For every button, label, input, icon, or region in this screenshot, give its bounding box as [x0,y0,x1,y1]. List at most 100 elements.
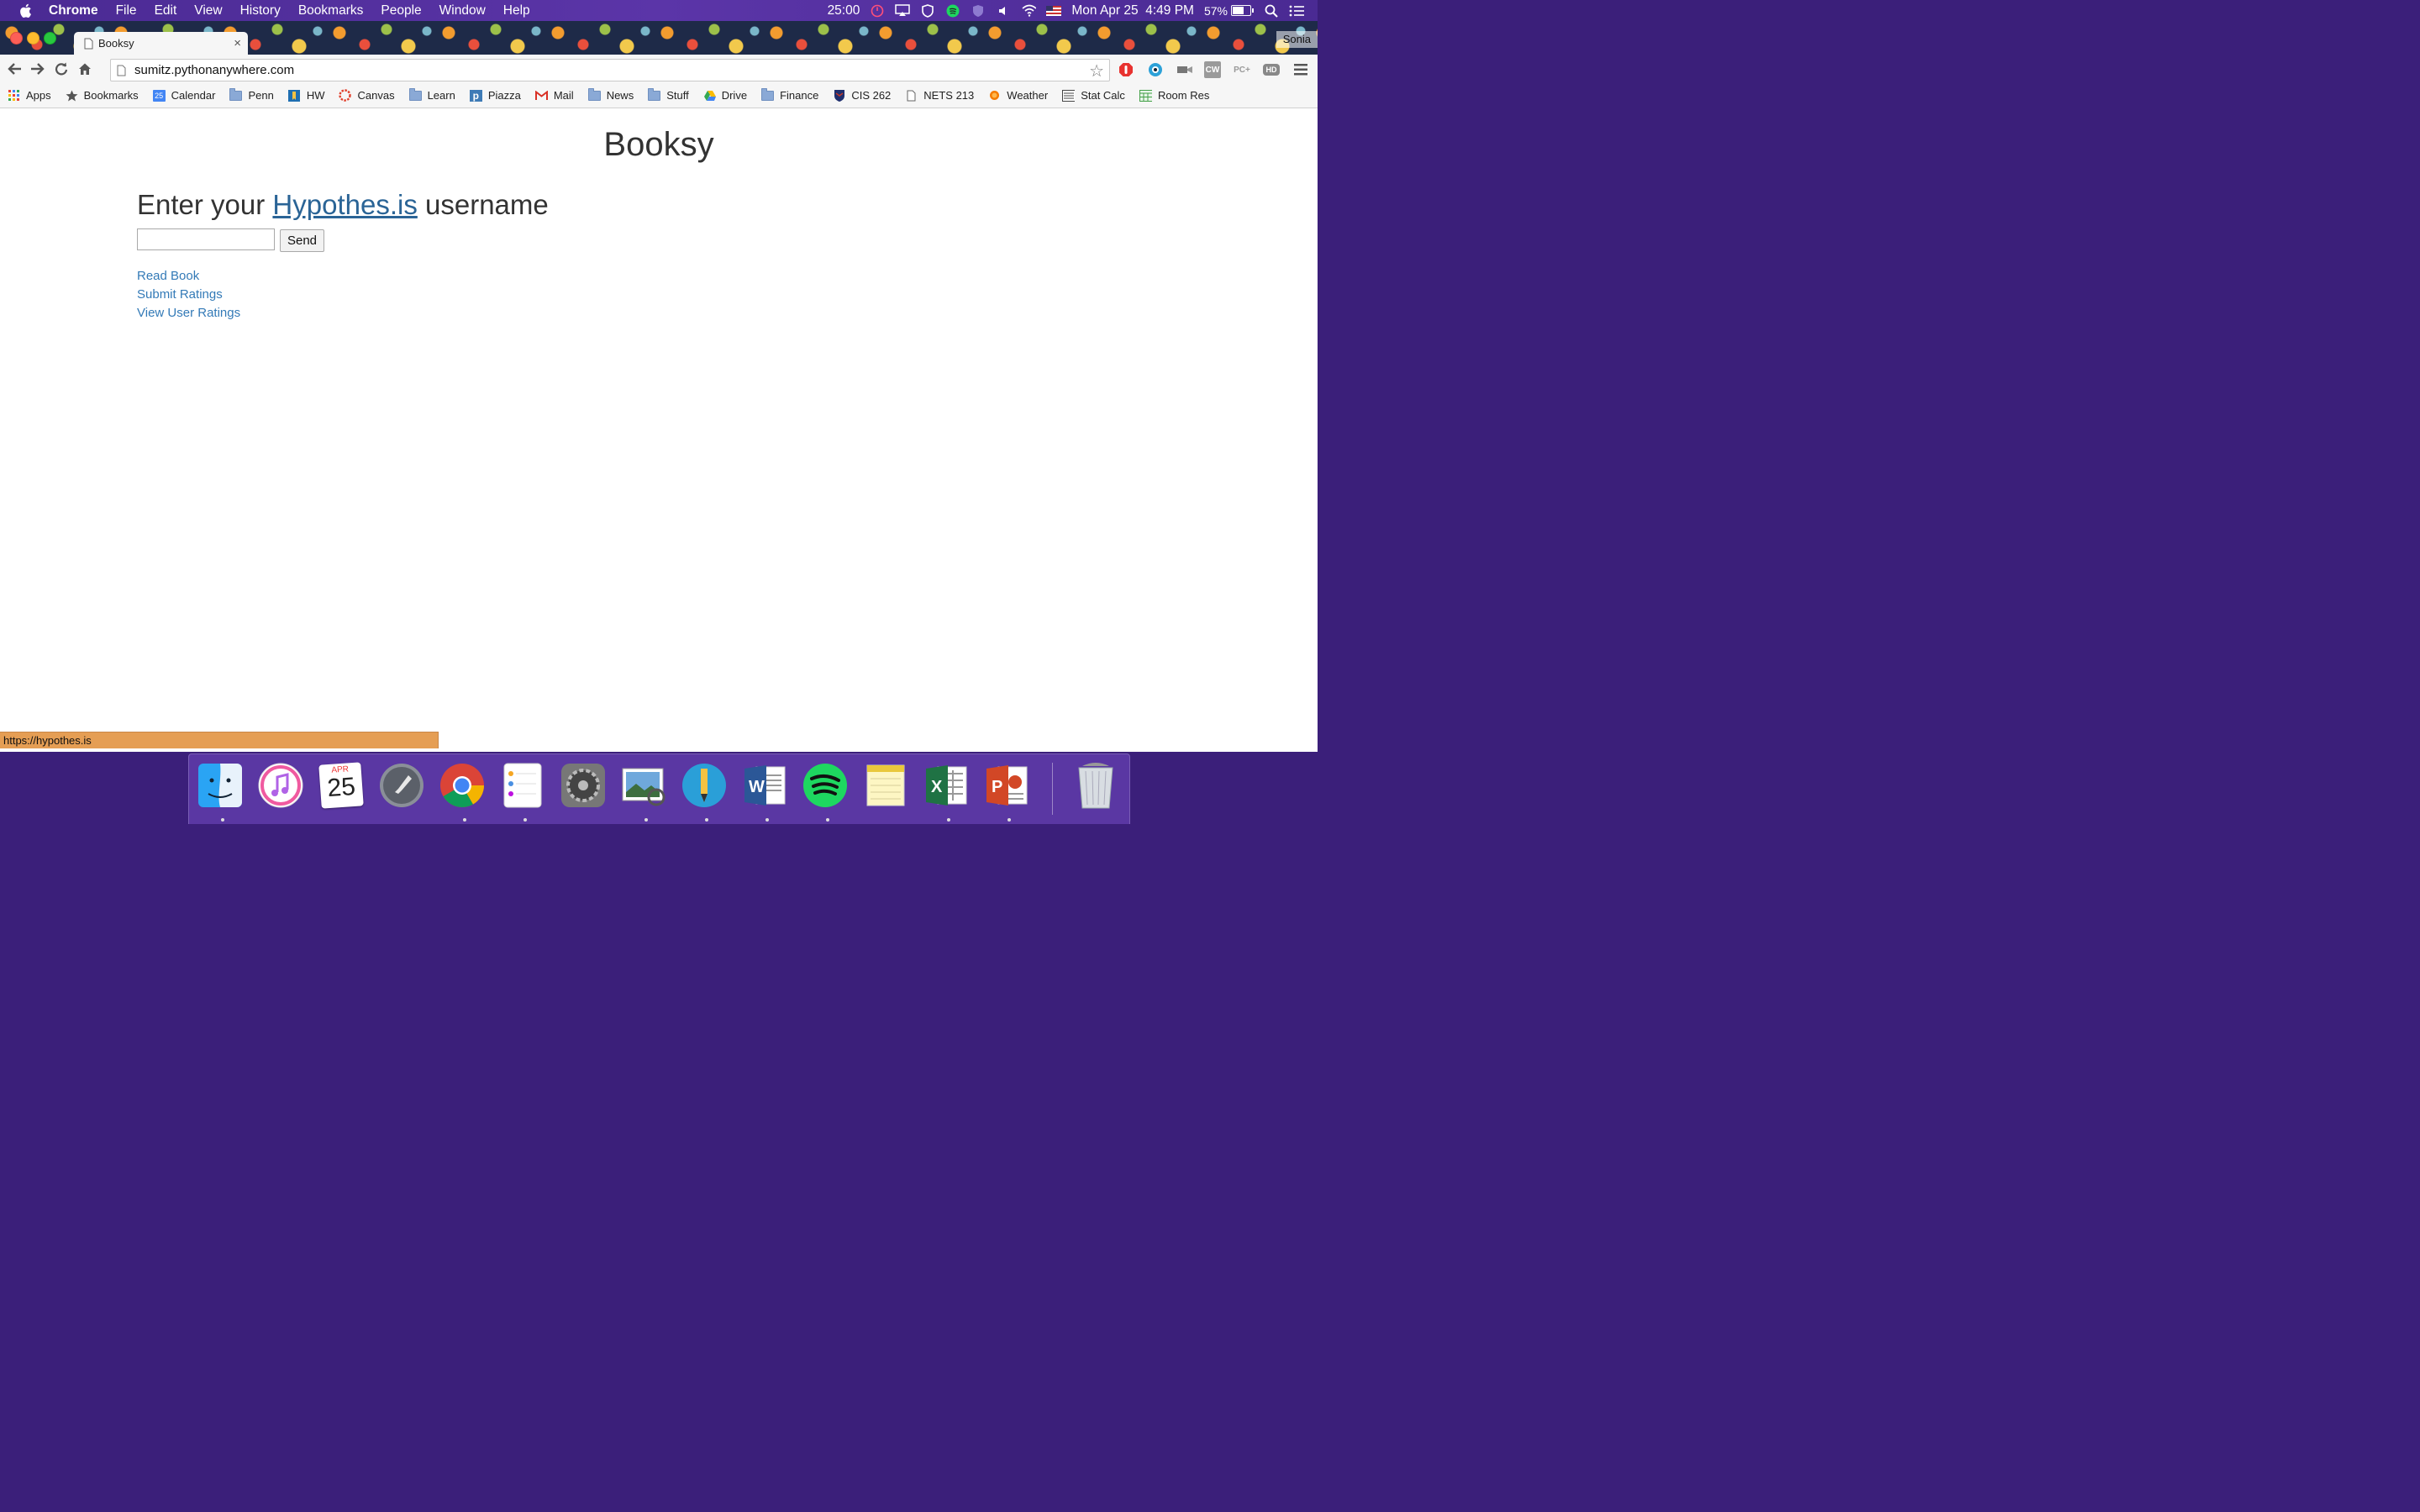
bookmark-mail[interactable]: Mail [534,89,574,102]
pc-extension-icon[interactable]: PC+ [1234,61,1250,78]
dock-system-preferences-icon[interactable] [559,761,608,810]
dock-finder-icon[interactable] [196,761,245,810]
close-tab-icon[interactable]: × [234,36,241,50]
dock-notes-icon[interactable] [861,761,910,810]
menu-app-name[interactable]: Chrome [49,3,98,18]
dock-spotify-icon[interactable] [801,761,850,810]
dock-powerpoint-icon[interactable]: P [982,761,1031,810]
forward-icon[interactable] [29,60,47,78]
running-indicator [221,818,224,822]
bookmark-label: Stuff [666,89,689,102]
dock-launchpad-icon[interactable] [377,761,426,810]
url-text[interactable]: sumitz.pythonanywhere.com [134,63,294,77]
timer-text[interactable]: 25:00 [828,3,860,18]
menu-view[interactable]: View [194,3,222,18]
camera-extension-icon[interactable] [1176,61,1193,78]
bookmark-canvas[interactable]: Canvas [339,89,395,102]
dock-separator [1052,763,1053,815]
apple-menu-icon[interactable] [17,3,34,19]
penn-shield-icon [833,90,845,102]
menu-help[interactable]: Help [503,3,530,18]
dock-preview-icon[interactable] [619,761,668,810]
dock-trash-icon[interactable] [1071,761,1120,810]
calendar-icon: 25 [152,89,166,102]
back-icon[interactable] [5,60,24,78]
view-user-ratings-link[interactable]: View User Ratings [137,304,240,323]
bookmark-label: News [606,89,634,102]
vpn-shield-icon[interactable] [971,3,986,18]
reload-icon[interactable] [52,60,71,78]
page-content: Booksy Enter your Hypothes.is username S… [0,108,1318,752]
running-indicator [463,818,466,822]
running-indicator [826,818,829,822]
bookmark-calendar[interactable]: 25 Calendar [152,89,215,102]
eye-extension-icon[interactable] [1147,61,1164,78]
volume-icon[interactable] [996,3,1011,18]
dock-excel-icon[interactable]: X [922,761,971,810]
shield-icon[interactable] [920,3,935,18]
hw-icon [288,89,301,102]
page-info-icon[interactable] [117,65,126,76]
bookmark-stat-calc[interactable]: Stat Calc [1062,89,1125,102]
send-button[interactable]: Send [280,229,324,252]
tab-booksy[interactable]: Booksy × [74,32,248,55]
menu-edit[interactable]: Edit [155,3,177,18]
running-indicator [523,818,527,822]
spotlight-search-icon[interactable] [1264,3,1279,18]
wifi-icon[interactable] [1021,3,1037,18]
bookmark-drive[interactable]: Drive [703,89,747,102]
zoom-window-button[interactable] [44,32,56,45]
bookmark-learn[interactable]: Learn [408,87,455,102]
dock-pencil-app-icon[interactable] [680,761,729,810]
spotify-status-icon[interactable] [945,3,960,18]
bookmark-bookmarks[interactable]: Bookmarks [66,89,139,102]
datetime-text[interactable]: Mon Apr 25 4:49 PM [1071,3,1194,18]
menu-bookmarks[interactable]: Bookmarks [298,3,364,18]
bookmark-room-res[interactable]: Room Res [1139,89,1209,102]
cw-extension-icon[interactable]: CW [1204,61,1221,78]
airplay-icon[interactable] [895,3,911,18]
star-icon [66,90,78,102]
bookmark-penn[interactable]: Penn [229,87,274,102]
minimize-window-button[interactable] [27,32,39,45]
menu-window[interactable]: Window [439,3,486,18]
bookmark-cis262[interactable]: CIS 262 [833,89,891,102]
menu-file[interactable]: File [116,3,137,18]
address-bar[interactable]: sumitz.pythonanywhere.com ☆ [110,59,1110,81]
username-input[interactable] [137,228,275,250]
battery-indicator[interactable]: 57% [1204,4,1254,18]
stopwatch-icon[interactable] [870,3,885,18]
dock-chrome-icon[interactable] [438,761,487,810]
weather-icon [988,90,1001,102]
read-book-link[interactable]: Read Book [137,267,240,286]
chrome-menu-icon[interactable] [1292,61,1309,78]
hd-extension-icon[interactable]: HD [1263,64,1280,76]
dock-reminders-icon[interactable] [498,761,547,810]
canvas-icon [339,89,352,102]
menu-people[interactable]: People [381,3,421,18]
adblock-extension-icon[interactable] [1118,61,1134,78]
dock-word-icon[interactable]: W [740,761,789,810]
dock-itunes-icon[interactable] [256,761,305,810]
us-flag-icon[interactable] [1046,3,1062,18]
bookmark-label: Room Res [1157,89,1210,102]
bookmark-hw[interactable]: HW [288,89,324,102]
close-window-button[interactable] [10,32,23,45]
profile-button[interactable]: Sonia [1276,31,1318,48]
home-icon[interactable] [76,60,94,78]
bookmark-piazza[interactable]: p Piazza [469,89,521,102]
bookmark-finance[interactable]: Finance [761,87,818,102]
bookmark-stuff[interactable]: Stuff [648,87,689,102]
bookmark-weather[interactable]: Weather [988,89,1048,102]
dock-calendar-icon[interactable]: APR 25 [317,761,366,810]
bookmark-news[interactable]: News [587,87,634,102]
menu-history[interactable]: History [240,3,281,18]
hypothesis-link[interactable]: Hypothes.is [272,189,417,220]
bookmark-star-icon[interactable]: ☆ [1089,60,1104,81]
bookmark-nets213[interactable]: NETS 213 [905,89,974,102]
dock: APR 25 W X P [188,753,1130,824]
bookmark-apps[interactable]: Apps [8,89,51,102]
submit-ratings-link[interactable]: Submit Ratings [137,286,240,304]
bookmark-label: Piazza [487,89,521,102]
notification-center-icon[interactable] [1289,3,1304,18]
